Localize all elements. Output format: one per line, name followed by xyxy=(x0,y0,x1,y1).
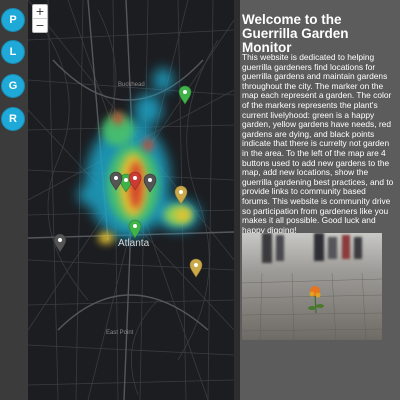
garden-marker-no-garden[interactable] xyxy=(143,173,157,193)
page-title: Welcome to the Guerrilla Garden Monitor xyxy=(242,12,349,55)
garden-marker-needs[interactable] xyxy=(174,185,188,205)
garden-marker-no-garden[interactable] xyxy=(53,233,67,253)
forums-button[interactable]: R xyxy=(1,107,25,131)
garden-marker-no-garden[interactable] xyxy=(109,171,123,191)
add-location-button[interactable]: L xyxy=(1,40,25,64)
best-practices-button[interactable]: G xyxy=(1,74,25,98)
garden-marker-dying[interactable] xyxy=(128,171,142,191)
garden-marker-happy[interactable] xyxy=(128,219,142,239)
garden-marker-needs[interactable] xyxy=(189,258,203,278)
welcome-text: This website is dedicated to helping gue… xyxy=(242,52,394,235)
pavement-flower-image xyxy=(242,233,382,340)
side-toolbar: P L G R xyxy=(0,0,28,400)
add-garden-button[interactable]: P xyxy=(1,8,25,32)
garden-marker-happy[interactable] xyxy=(178,85,192,105)
info-panel: Welcome to the Guerrilla Garden Monitor … xyxy=(240,0,400,400)
garden-map[interactable]: + − Buckhead East Point Atlanta xyxy=(28,0,234,400)
garden-markers xyxy=(53,85,203,278)
